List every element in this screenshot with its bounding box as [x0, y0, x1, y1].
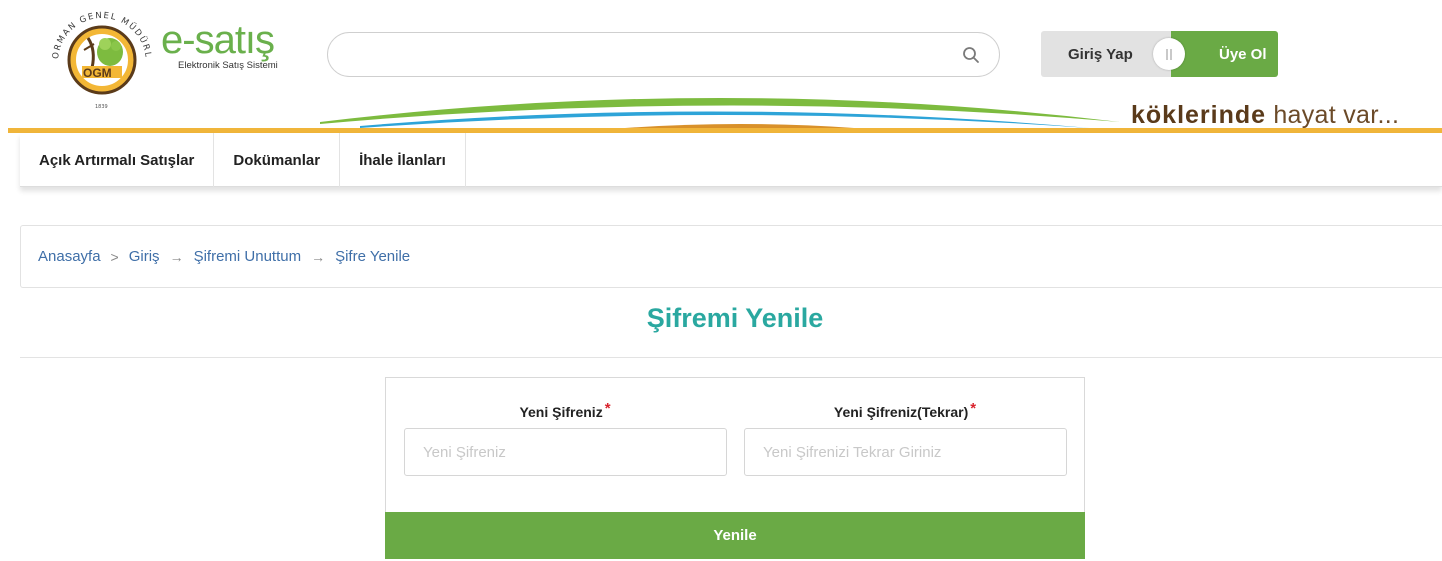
- main-nav: Açık Artırmalı Satışlar Dokümanlar İhale…: [20, 133, 1442, 187]
- title-divider: [20, 357, 1442, 358]
- breadcrumb-separator: →: [311, 248, 326, 265]
- slogan: köklerinde hayat var...: [1131, 101, 1399, 130]
- password-label-text: Yeni Şifreniz: [519, 404, 603, 420]
- reset-password-form: Yeni Şifreniz * Yeni Şifreniz(Tekrar) * Ye…: [385, 377, 1085, 559]
- password-confirm-label-text: Yeni Şifreniz(Tekrar): [833, 404, 969, 420]
- emblem-abbr: OGM: [83, 66, 112, 80]
- breadcrumb-separator: >: [110, 248, 119, 265]
- auth-toggle-icon: [1153, 38, 1185, 70]
- brand-subtitle: Elektronik Satış Sistemi: [178, 60, 278, 71]
- breadcrumb-login[interactable]: Giriş: [129, 248, 160, 265]
- password-confirm-label: Yeni Şifreniz(Tekrar) *: [744, 400, 1066, 421]
- login-button[interactable]: Giriş Yap: [1041, 31, 1171, 77]
- page-title: Şifremi Yenile: [646, 303, 824, 333]
- password-label: Yeni Şifreniz *: [404, 400, 726, 421]
- brand-name: e-satış: [161, 18, 275, 62]
- search-icon[interactable]: [961, 45, 981, 65]
- site-header: ORMAN GENEL MÜDÜRLÜĞÜ OGM 1839 e-satış E…: [0, 0, 1442, 135]
- nav-item-documents[interactable]: Dokümanlar: [214, 133, 341, 187]
- slogan-light: hayat var...: [1273, 101, 1400, 129]
- renew-button[interactable]: Yenile: [385, 512, 1085, 559]
- breadcrumb-home[interactable]: Anasayfa: [38, 248, 101, 265]
- nav-item-auctions[interactable]: Açık Artırmalı Satışlar: [20, 133, 215, 187]
- search-input[interactable]: [348, 41, 948, 69]
- register-button[interactable]: Üye Ol: [1171, 31, 1278, 77]
- emblem-year: 1839: [95, 104, 108, 110]
- required-mark: *: [604, 400, 611, 417]
- nav-item-tenders[interactable]: İhale İlanları: [340, 133, 466, 187]
- new-password-field[interactable]: [404, 428, 727, 476]
- search-bar: [327, 32, 1000, 77]
- breadcrumb-forgot-password[interactable]: Şifremi Unuttum: [194, 248, 302, 265]
- breadcrumb-separator: →: [169, 248, 184, 265]
- confirm-password-field[interactable]: [744, 428, 1067, 476]
- breadcrumb: Anasayfa > Giriş → Şifremi Unuttum → Şif…: [20, 225, 1442, 288]
- header-swoosh-decoration: [320, 98, 1120, 130]
- site-logo[interactable]: ORMAN GENEL MÜDÜRLÜĞÜ OGM 1839 e-satış E…: [40, 0, 300, 120]
- slogan-bold: köklerinde: [1131, 101, 1267, 129]
- ogm-emblem-icon: ORMAN GENEL MÜDÜRLÜĞÜ OGM 1839: [40, 0, 151, 110]
- breadcrumb-reset-password[interactable]: Şifre Yenile: [335, 248, 410, 265]
- required-mark: *: [970, 400, 977, 417]
